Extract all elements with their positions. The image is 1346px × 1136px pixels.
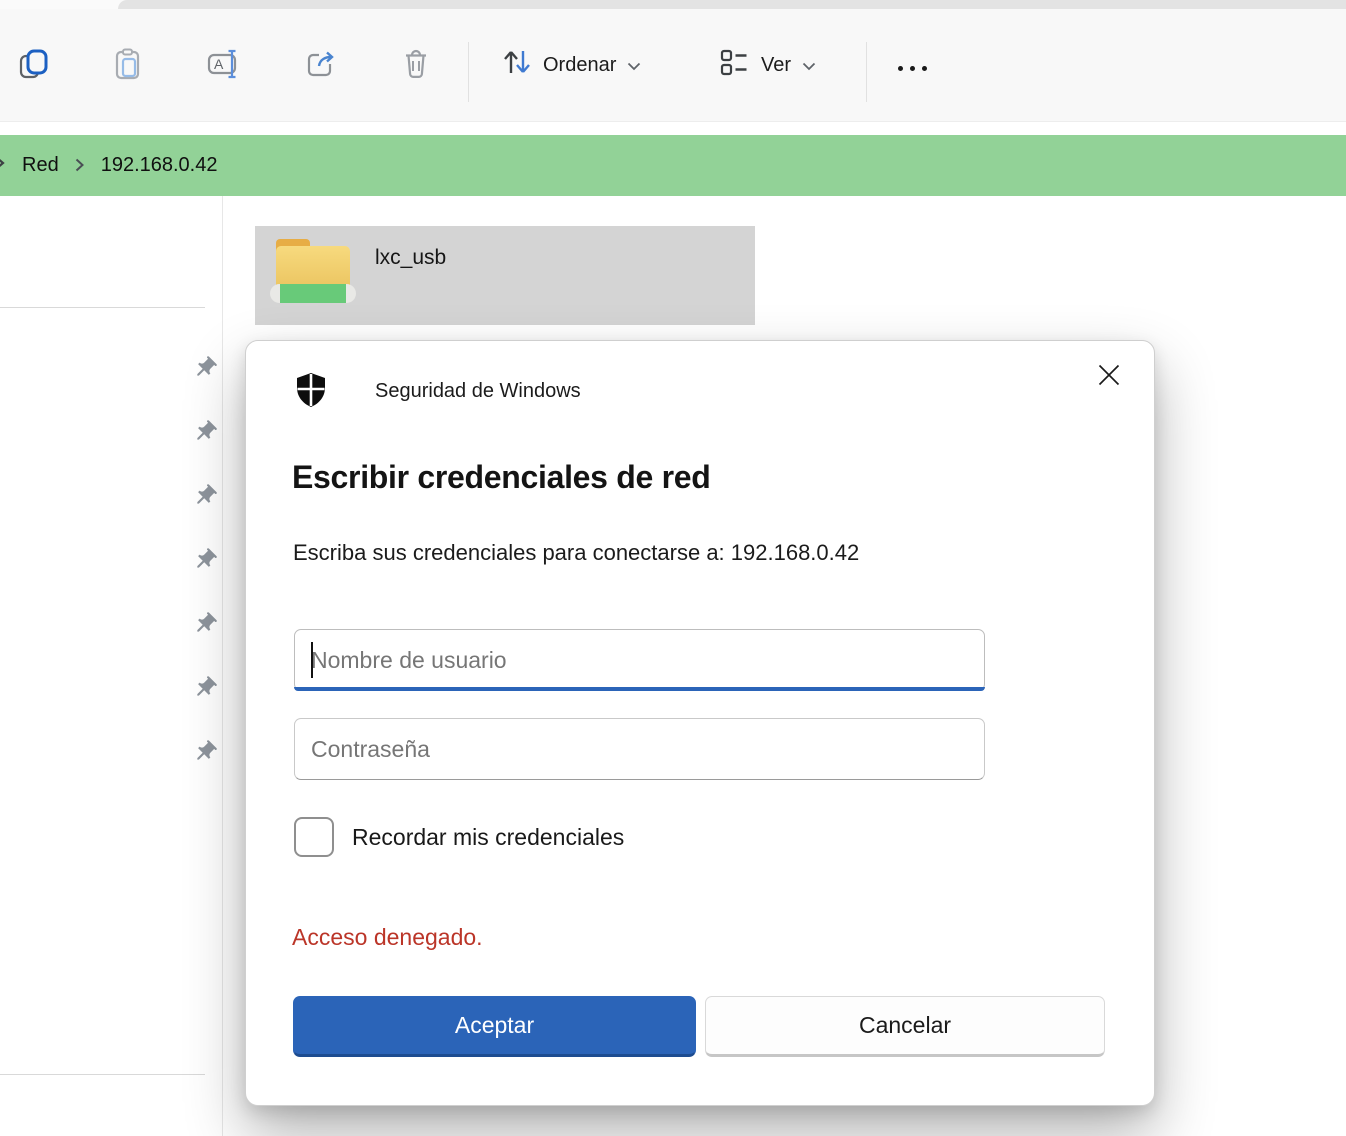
chevron-down-icon (627, 54, 641, 77)
username-input[interactable] (294, 629, 985, 691)
checkbox-unchecked[interactable] (294, 817, 334, 857)
svg-text:A: A (214, 56, 224, 72)
toolbar-separator (866, 42, 867, 102)
dialog-title: Escribir credenciales de red (292, 459, 711, 496)
pushpin-icon[interactable] (191, 482, 219, 510)
toolbar: A (0, 9, 1346, 122)
text-caret (311, 642, 313, 678)
chevron-right-icon (0, 154, 6, 177)
more-options-button[interactable] (886, 37, 948, 93)
pushpin-icon[interactable] (191, 354, 219, 382)
view-icon (718, 46, 750, 84)
share-button[interactable] (292, 37, 348, 93)
close-button[interactable] (1088, 355, 1130, 397)
share-icon (302, 46, 338, 85)
more-options-icon (894, 54, 930, 77)
checkbox-label: Recordar mis credenciales (352, 824, 624, 851)
rename-button[interactable]: A (196, 37, 252, 93)
username-field-wrapper (294, 629, 985, 691)
close-icon (1095, 361, 1123, 392)
file-name: lxc_usb (375, 246, 446, 270)
paste-icon (110, 46, 146, 85)
dialog-app-title: Seguridad de Windows (375, 380, 581, 403)
tab-remnant[interactable] (118, 0, 1346, 9)
delete-icon (398, 46, 434, 85)
sidebar-section-divider (0, 1074, 205, 1075)
sort-label: Ordenar (543, 54, 616, 77)
sort-button[interactable]: Ordenar (492, 37, 649, 93)
windows-security-shield-icon (293, 371, 329, 414)
sidebar-section-divider (0, 307, 205, 308)
delete-button[interactable] (388, 37, 444, 93)
chevron-down-icon (802, 54, 816, 77)
remember-credentials-checkbox-row[interactable]: Recordar mis credenciales (294, 817, 624, 857)
pushpin-icon[interactable] (191, 674, 219, 702)
sort-icon (500, 45, 532, 85)
error-message: Acceso denegado. (292, 924, 483, 951)
copy-icon (16, 46, 52, 85)
sidebar-divider (222, 196, 223, 1136)
pushpin-icon[interactable] (191, 546, 219, 574)
credentials-dialog: Seguridad de Windows Escribir credencial… (245, 340, 1155, 1106)
breadcrumb-item-ip[interactable]: 192.168.0.42 (97, 152, 222, 179)
sidebar-pinned-items (191, 354, 219, 766)
pushpin-icon[interactable] (191, 418, 219, 446)
address-bar: Red 192.168.0.42 (0, 135, 1346, 196)
rename-icon: A (205, 46, 243, 85)
password-field-wrapper (294, 718, 985, 780)
accept-button[interactable]: Aceptar (293, 996, 696, 1057)
file-explorer-window: A (0, 0, 1346, 1136)
dialog-subtitle: Escriba sus credenciales para conectarse… (293, 540, 859, 566)
cancel-button[interactable]: Cancelar (705, 996, 1105, 1057)
toolbar-separator (468, 42, 469, 102)
password-input[interactable] (294, 718, 985, 780)
focus-underline (294, 687, 985, 691)
view-label: Ver (761, 54, 791, 77)
copy-button[interactable] (6, 37, 62, 93)
file-item[interactable]: lxc_usb (255, 226, 755, 325)
breadcrumb-item-red[interactable]: Red (18, 152, 63, 179)
pushpin-icon[interactable] (191, 610, 219, 638)
tab-strip (0, 0, 1346, 9)
chevron-right-icon (75, 155, 85, 178)
folder-usb-icon (268, 233, 358, 322)
pushpin-icon[interactable] (191, 738, 219, 766)
paste-button[interactable] (100, 37, 156, 93)
view-button[interactable]: Ver (710, 37, 824, 93)
